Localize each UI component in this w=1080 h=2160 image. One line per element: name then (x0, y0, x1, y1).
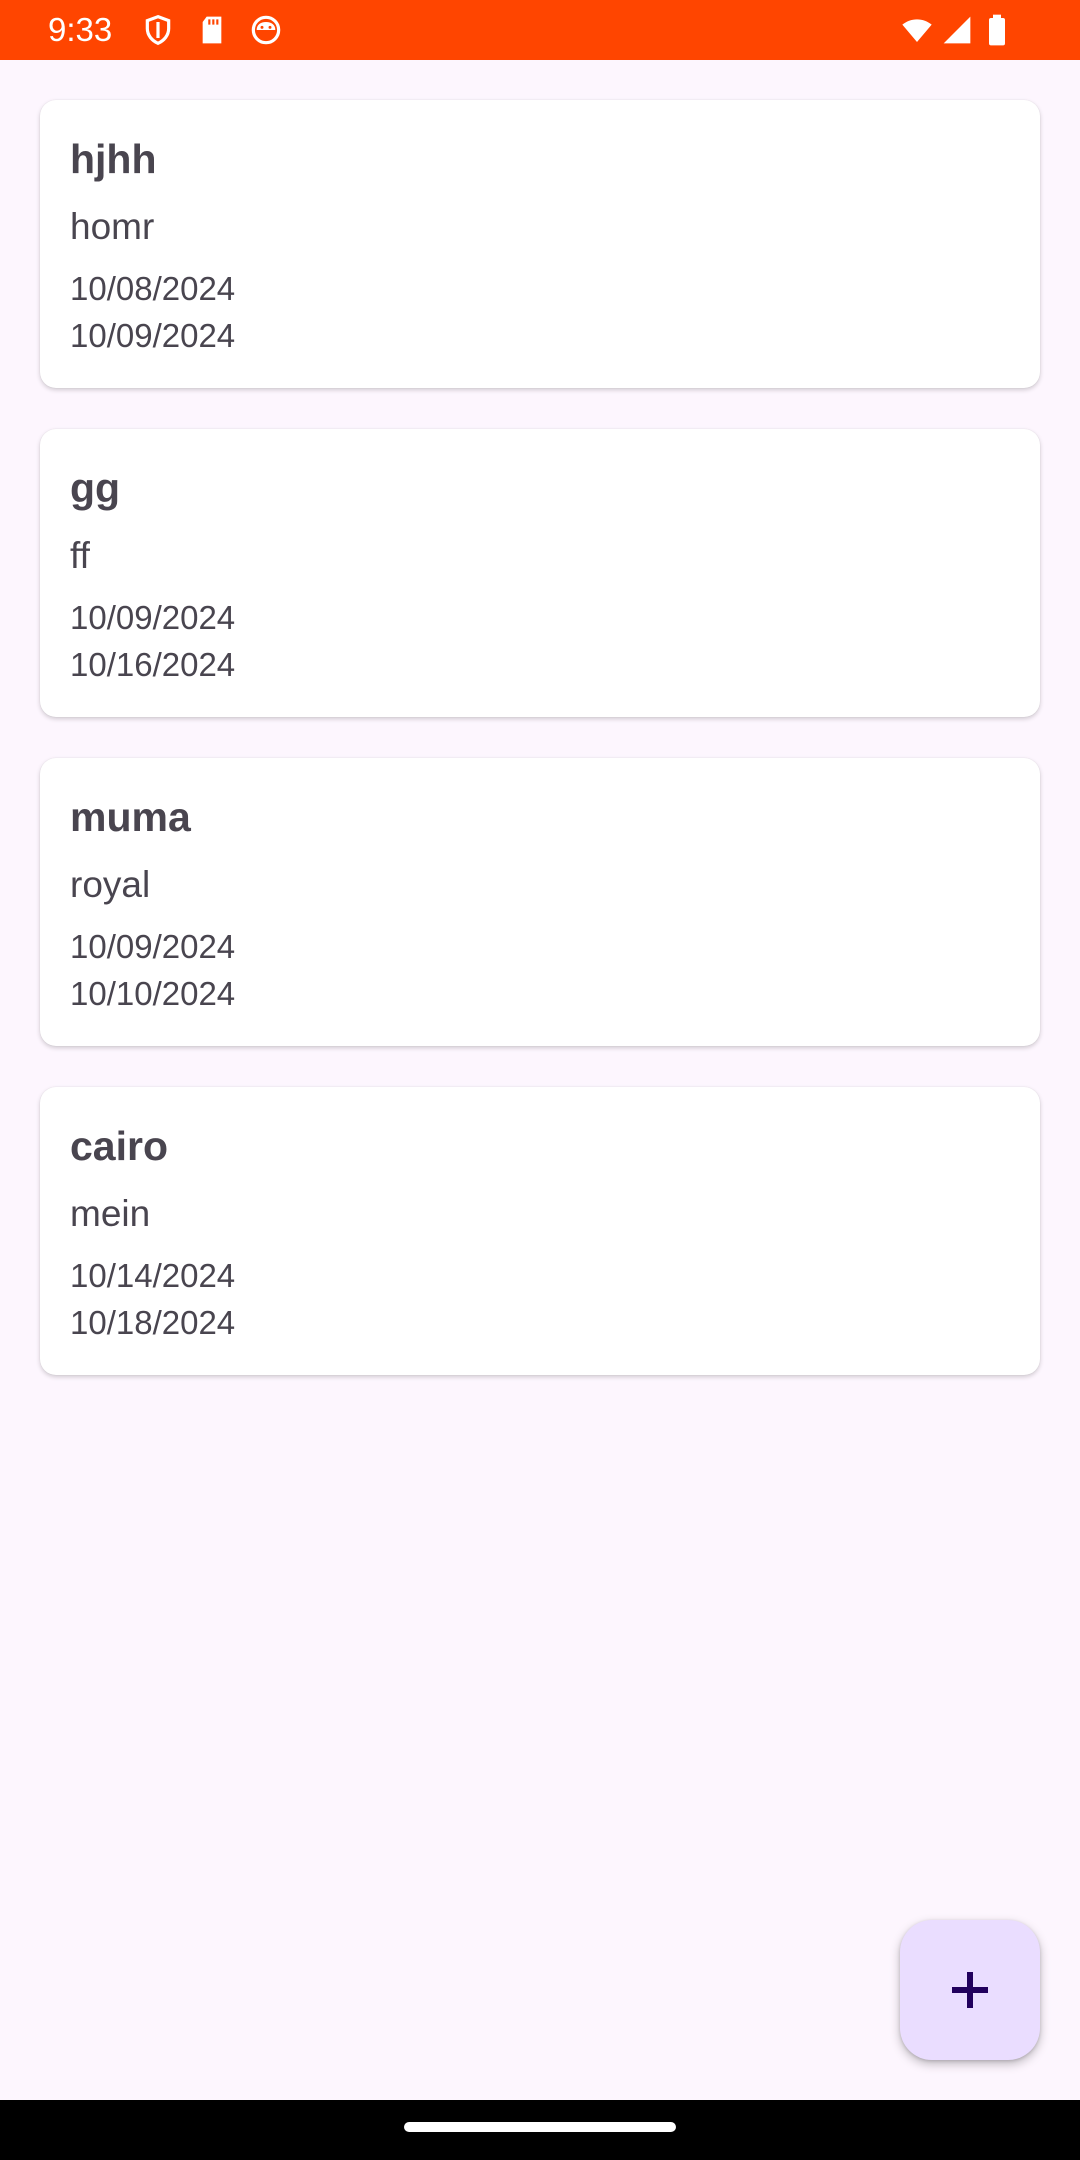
card-start-date: 10/14/2024 (70, 1257, 236, 1294)
signal-icon (940, 14, 974, 46)
list-item-card[interactable]: hjhh homr 10/08/2024 10/09/2024 (40, 100, 1040, 388)
card-title: muma (70, 794, 191, 840)
card-start-date: 10/09/2024 (70, 599, 236, 636)
status-bar: 9:33 (0, 0, 1080, 60)
list-item-card[interactable]: muma royal 10/09/2024 10/10/2024 (40, 758, 1040, 1046)
card-end-date: 10/16/2024 (70, 646, 236, 683)
sd-card-icon (196, 14, 228, 46)
wifi-icon (898, 14, 936, 46)
plus-icon (950, 1970, 990, 2010)
add-fab-button[interactable] (900, 1920, 1040, 2060)
card-subtitle: ff (70, 535, 90, 576)
android-face-icon (250, 14, 282, 46)
card-title: cairo (70, 1123, 168, 1169)
home-gesture-handle[interactable] (404, 2122, 676, 2132)
status-time: 9:33 (48, 11, 113, 48)
battery-icon (986, 14, 1008, 46)
card-start-date: 10/08/2024 (70, 270, 236, 307)
card-end-date: 10/09/2024 (70, 317, 236, 354)
app-screen: 9:33 hjhh homr 10/08/2024 10/09/2024 gg (0, 0, 1080, 2160)
card-subtitle: homr (70, 206, 155, 247)
card-list: hjhh homr 10/08/2024 10/09/2024 gg ff 10… (40, 100, 1040, 1416)
card-end-date: 10/10/2024 (70, 975, 236, 1012)
card-subtitle: royal (70, 864, 151, 905)
card-end-date: 10/18/2024 (70, 1304, 236, 1341)
card-subtitle: mein (70, 1193, 151, 1234)
list-item-card[interactable]: cairo mein 10/14/2024 10/18/2024 (40, 1087, 1040, 1375)
card-title: hjhh (70, 136, 157, 182)
shield-icon (142, 14, 174, 46)
list-item-card[interactable]: gg ff 10/09/2024 10/16/2024 (40, 429, 1040, 717)
card-start-date: 10/09/2024 (70, 928, 236, 965)
card-title: gg (70, 465, 121, 511)
